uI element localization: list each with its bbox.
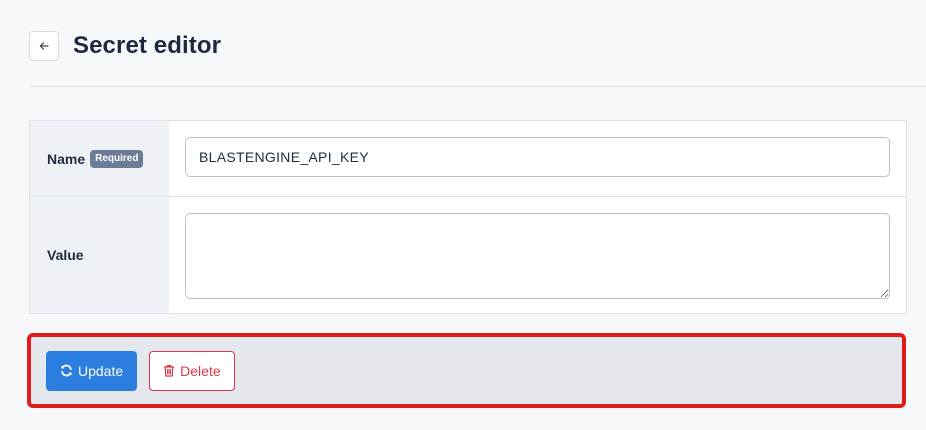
secret-editor-page: Secret editor Name Required Value [0, 0, 926, 430]
update-button[interactable]: Update [46, 350, 138, 391]
refresh-icon [60, 364, 73, 377]
value-field-cell [169, 197, 906, 313]
value-label-cell: Value [30, 197, 169, 313]
page-header: Secret editor [29, 31, 221, 61]
value-label: Value [47, 247, 84, 263]
required-badge: Required [90, 149, 144, 168]
update-label: Update [78, 362, 124, 379]
header-divider [29, 86, 926, 87]
name-label-cell: Name Required [30, 121, 169, 196]
name-field-cell [169, 121, 906, 196]
back-button[interactable] [29, 31, 59, 61]
delete-label: Delete [180, 362, 221, 379]
name-input[interactable] [185, 137, 890, 177]
delete-button[interactable]: Delete [149, 350, 235, 391]
page-title: Secret editor [73, 32, 222, 59]
name-label: Name [47, 150, 86, 167]
form-row-name: Name Required [30, 121, 906, 197]
arrow-left-icon [38, 40, 50, 52]
form-row-value: Value [30, 197, 906, 313]
trash-icon [163, 364, 175, 377]
secret-form: Name Required Value [29, 120, 907, 314]
action-bar: Update Delete [27, 333, 906, 408]
value-textarea[interactable] [185, 213, 890, 299]
